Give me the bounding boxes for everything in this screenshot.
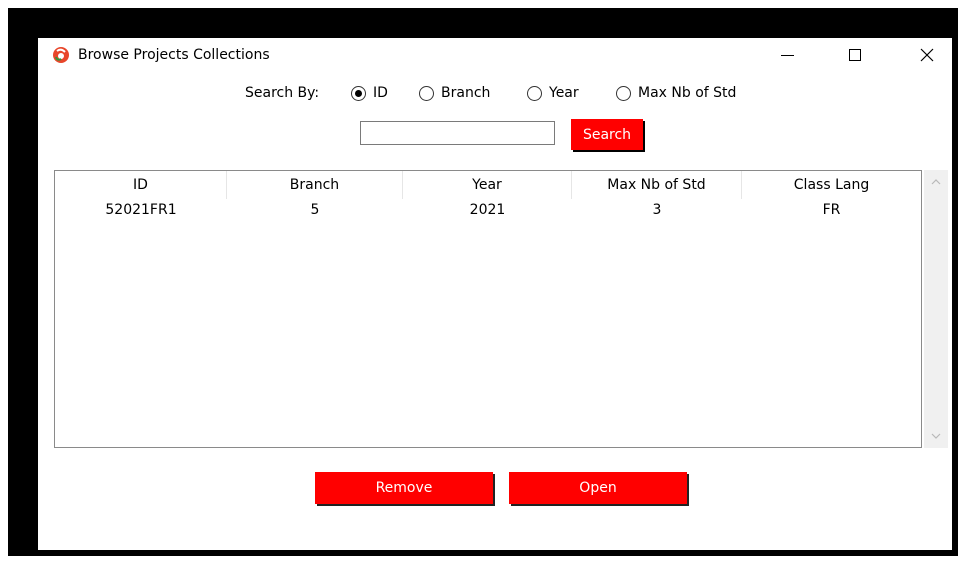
search-by-label: Search By: [245, 85, 320, 101]
radio-label-id: ID [373, 85, 388, 101]
cell-max-nb-of-std: 3 [652, 202, 662, 218]
column-header-branch[interactable]: Branch [227, 171, 403, 199]
radio-button-id[interactable] [351, 85, 366, 101]
vertical-scrollbar[interactable] [924, 170, 948, 448]
close-icon [920, 48, 934, 62]
column-header-id[interactable]: ID [55, 171, 227, 199]
screenshot-frame: Browse Projects Collections Search By: I… [8, 8, 958, 556]
projects-table: ID Branch Year Max Nb of Std Class Lang … [54, 170, 922, 448]
radio-option-year[interactable]: Year [527, 83, 579, 103]
table-row[interactable]: 52021FR1 5 2021 3 FR [55, 199, 921, 221]
column-header-max-nb-of-std[interactable]: Max Nb of Std [572, 171, 742, 199]
close-button[interactable] [904, 38, 950, 72]
open-button[interactable]: Open [509, 472, 687, 504]
maximize-button[interactable] [832, 38, 878, 72]
column-header-year[interactable]: Year [403, 171, 572, 199]
app-logo-icon [52, 46, 70, 64]
scroll-up-button[interactable] [924, 172, 948, 192]
radio-label-branch: Branch [441, 85, 491, 101]
radio-option-max-nb-of-std[interactable]: Max Nb of Std [616, 83, 736, 103]
radio-button-year[interactable] [527, 85, 542, 101]
radio-button-branch[interactable] [419, 85, 434, 101]
column-header-class-lang[interactable]: Class Lang [742, 171, 921, 199]
chevron-down-icon [931, 433, 941, 439]
radio-label-max-nb-of-std: Max Nb of Std [638, 85, 737, 101]
minimize-button[interactable] [764, 38, 810, 72]
remove-button[interactable]: Remove [315, 472, 493, 504]
radio-option-id[interactable]: ID [351, 83, 388, 103]
cell-class-lang: FR [822, 202, 841, 218]
cell-year: 2021 [469, 202, 506, 218]
minimize-icon [780, 54, 794, 56]
title-bar: Browse Projects Collections [38, 38, 952, 72]
radio-button-max-nb-of-std[interactable] [616, 85, 631, 101]
table-header: ID Branch Year Max Nb of Std Class Lang [55, 171, 921, 199]
cell-id: 52021FR1 [105, 202, 177, 218]
chevron-up-icon [931, 179, 941, 185]
radio-label-year: Year [549, 85, 579, 101]
browse-projects-window: Browse Projects Collections Search By: I… [38, 38, 952, 550]
window-title: Browse Projects Collections [78, 47, 270, 63]
search-input[interactable] [360, 121, 555, 145]
radio-option-branch[interactable]: Branch [419, 83, 490, 103]
scroll-down-button[interactable] [924, 426, 948, 446]
cell-branch: 5 [310, 202, 320, 218]
search-button[interactable]: Search [571, 119, 643, 150]
maximize-icon [849, 49, 861, 61]
